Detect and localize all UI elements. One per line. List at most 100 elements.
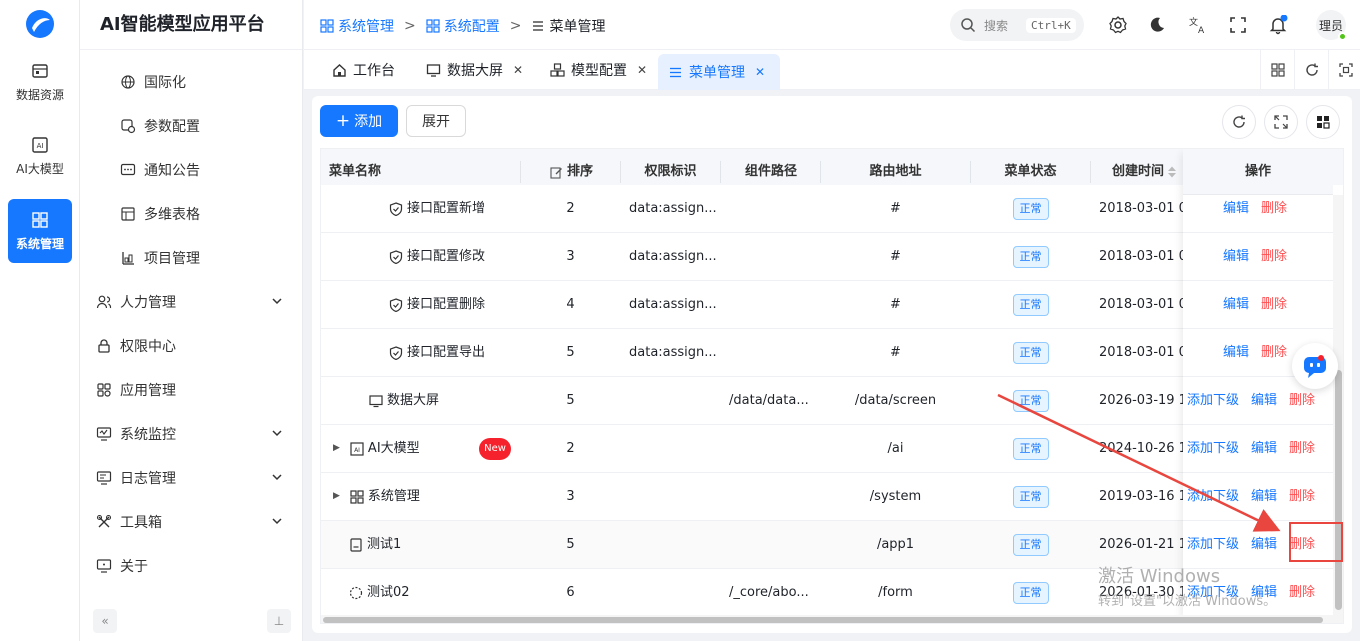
fullscreen-icon[interactable]: [1228, 15, 1248, 35]
refresh-button[interactable]: [1222, 105, 1256, 139]
system-icon: [320, 19, 334, 33]
chat-assistant-button[interactable]: [1292, 343, 1338, 389]
ai-model-icon: AI: [350, 441, 364, 456]
menu-name: 系统管理: [367, 489, 420, 504]
sidebar-item[interactable]: 工具箱: [80, 500, 303, 544]
sidebar-item[interactable]: 系统监控: [80, 412, 303, 456]
gear-icon[interactable]: [1108, 15, 1128, 35]
tab-model-config[interactable]: 模型配置 ✕: [540, 54, 657, 86]
close-icon[interactable]: ✕: [513, 63, 523, 77]
monitor-icon: [96, 427, 112, 441]
breadcrumb-item[interactable]: 系统管理: [320, 16, 394, 36]
sidebar-item[interactable]: 国际化: [80, 60, 303, 104]
edit-icon: [550, 166, 562, 179]
delete-button[interactable]: 删除: [1261, 345, 1287, 360]
moon-icon[interactable]: [1147, 15, 1167, 35]
edit-button[interactable]: 编辑: [1251, 537, 1277, 552]
delete-button[interactable]: 删除: [1289, 585, 1315, 600]
sidebar-item[interactable]: 多维表格: [80, 192, 303, 236]
scroll-thumb[interactable]: [1335, 370, 1342, 610]
annotation-highlight-box: [1289, 522, 1343, 562]
component-cell: [729, 329, 817, 376]
delete-button[interactable]: 删除: [1261, 249, 1287, 264]
sidebar-item[interactable]: 关于: [80, 544, 303, 588]
expand-caret-icon[interactable]: ▶: [333, 473, 340, 520]
add-button[interactable]: + 添加: [320, 105, 398, 137]
delete-button[interactable]: 删除: [1261, 297, 1287, 312]
tab-menu-management[interactable]: 菜单管理 ✕: [658, 54, 780, 90]
route-cell: #: [890, 297, 901, 312]
component-cell: [729, 521, 817, 568]
close-icon[interactable]: ✕: [637, 63, 647, 77]
operations-cell: 编辑 删除: [1183, 233, 1333, 281]
rail-item-ai-model[interactable]: AI AI大模型: [8, 124, 72, 188]
delete-button[interactable]: 删除: [1289, 393, 1315, 408]
sort-icon[interactable]: [1167, 165, 1177, 179]
menu-name: 接口配置修改: [407, 249, 486, 264]
sidebar-item[interactable]: 人力管理: [80, 280, 303, 324]
close-icon[interactable]: ✕: [755, 65, 765, 79]
edit-button[interactable]: 编辑: [1251, 393, 1277, 408]
add-child-button[interactable]: 添加下级: [1187, 489, 1239, 504]
delete-button[interactable]: 删除: [1289, 489, 1315, 504]
data-resource-icon: [32, 63, 48, 78]
rail-item-system[interactable]: 系统管理: [8, 199, 72, 263]
sort-cell: 2: [566, 441, 575, 456]
breadcrumb-separator: >: [404, 18, 416, 34]
tab-maximize-button[interactable]: [1328, 50, 1360, 90]
perm-cell: data:assign...: [629, 345, 717, 360]
sidebar-item[interactable]: 参数配置: [80, 104, 303, 148]
expand-button[interactable]: 展开: [406, 105, 466, 137]
shield-icon: [389, 249, 403, 264]
bell-icon[interactable]: [1268, 15, 1288, 35]
scroll-thumb[interactable]: [323, 617, 1323, 623]
breadcrumb-item[interactable]: 系统配置: [426, 16, 500, 36]
pin-icon[interactable]: ⊥: [267, 609, 291, 633]
tab-grid-button[interactable]: [1260, 50, 1294, 90]
expand-caret-icon[interactable]: ▶: [333, 425, 340, 472]
menu-icon: [670, 67, 681, 77]
edit-button[interactable]: 编辑: [1223, 201, 1249, 216]
delete-button[interactable]: 删除: [1261, 201, 1287, 216]
sidebar-item[interactable]: 项目管理: [80, 236, 303, 280]
tab-refresh-button[interactable]: [1294, 50, 1328, 90]
about-icon: [96, 559, 112, 573]
sidebar-item-label: 日志管理: [120, 471, 176, 487]
app-logo-icon: [26, 10, 54, 38]
sidebar-item[interactable]: 权限中心: [80, 324, 303, 368]
horizontal-scrollbar[interactable]: [321, 615, 1333, 623]
column-divider: [520, 161, 521, 183]
add-child-button[interactable]: 添加下级: [1187, 441, 1239, 456]
add-child-button[interactable]: 添加下级: [1187, 393, 1239, 408]
tab-workbench[interactable]: 工作台: [322, 54, 405, 86]
column-settings-button[interactable]: [1306, 105, 1340, 139]
fullscreen-button[interactable]: [1264, 105, 1298, 139]
sidebar-item[interactable]: 通知公告: [80, 148, 303, 192]
home-icon: [333, 63, 346, 77]
route-cell: /ai: [887, 441, 904, 456]
edit-button[interactable]: 编辑: [1251, 489, 1277, 504]
sidebar: AI智能模型应用平台 国际化 参数配置 通知公告 多维表格 项目管理 人力管理 权限中心 应用…: [80, 0, 303, 641]
avatar[interactable]: 理员: [1316, 10, 1347, 41]
search-input[interactable]: 搜索 Ctrl+K: [950, 9, 1084, 41]
menu-name: 数据大屏: [387, 393, 440, 408]
edit-button[interactable]: 编辑: [1223, 249, 1249, 264]
translate-icon[interactable]: 文A: [1188, 15, 1208, 35]
sidebar-item[interactable]: 应用管理: [80, 368, 303, 412]
add-child-button[interactable]: 添加下级: [1187, 537, 1239, 552]
delete-button[interactable]: 删除: [1289, 441, 1315, 456]
chevron-down-icon: [272, 474, 282, 481]
rail-item-data-resource[interactable]: 数据资源: [8, 50, 72, 114]
operations-cell: 编辑 删除: [1183, 281, 1333, 329]
edit-button[interactable]: 编辑: [1223, 345, 1249, 360]
component-cell: [729, 185, 817, 232]
breadcrumb: 系统管理 > 系统配置 > 菜单管理: [320, 16, 605, 36]
sidebar-item-label: 权限中心: [120, 339, 176, 355]
tab-data-screen[interactable]: 数据大屏 ✕: [416, 54, 533, 86]
sidebar-item[interactable]: 日志管理: [80, 456, 303, 500]
edit-button[interactable]: 编辑: [1223, 297, 1249, 312]
edit-button[interactable]: 编辑: [1251, 441, 1277, 456]
collapse-sidebar-button[interactable]: «: [93, 609, 117, 633]
chevron-down-icon: [272, 518, 282, 525]
svg-text:AI: AI: [37, 142, 44, 150]
